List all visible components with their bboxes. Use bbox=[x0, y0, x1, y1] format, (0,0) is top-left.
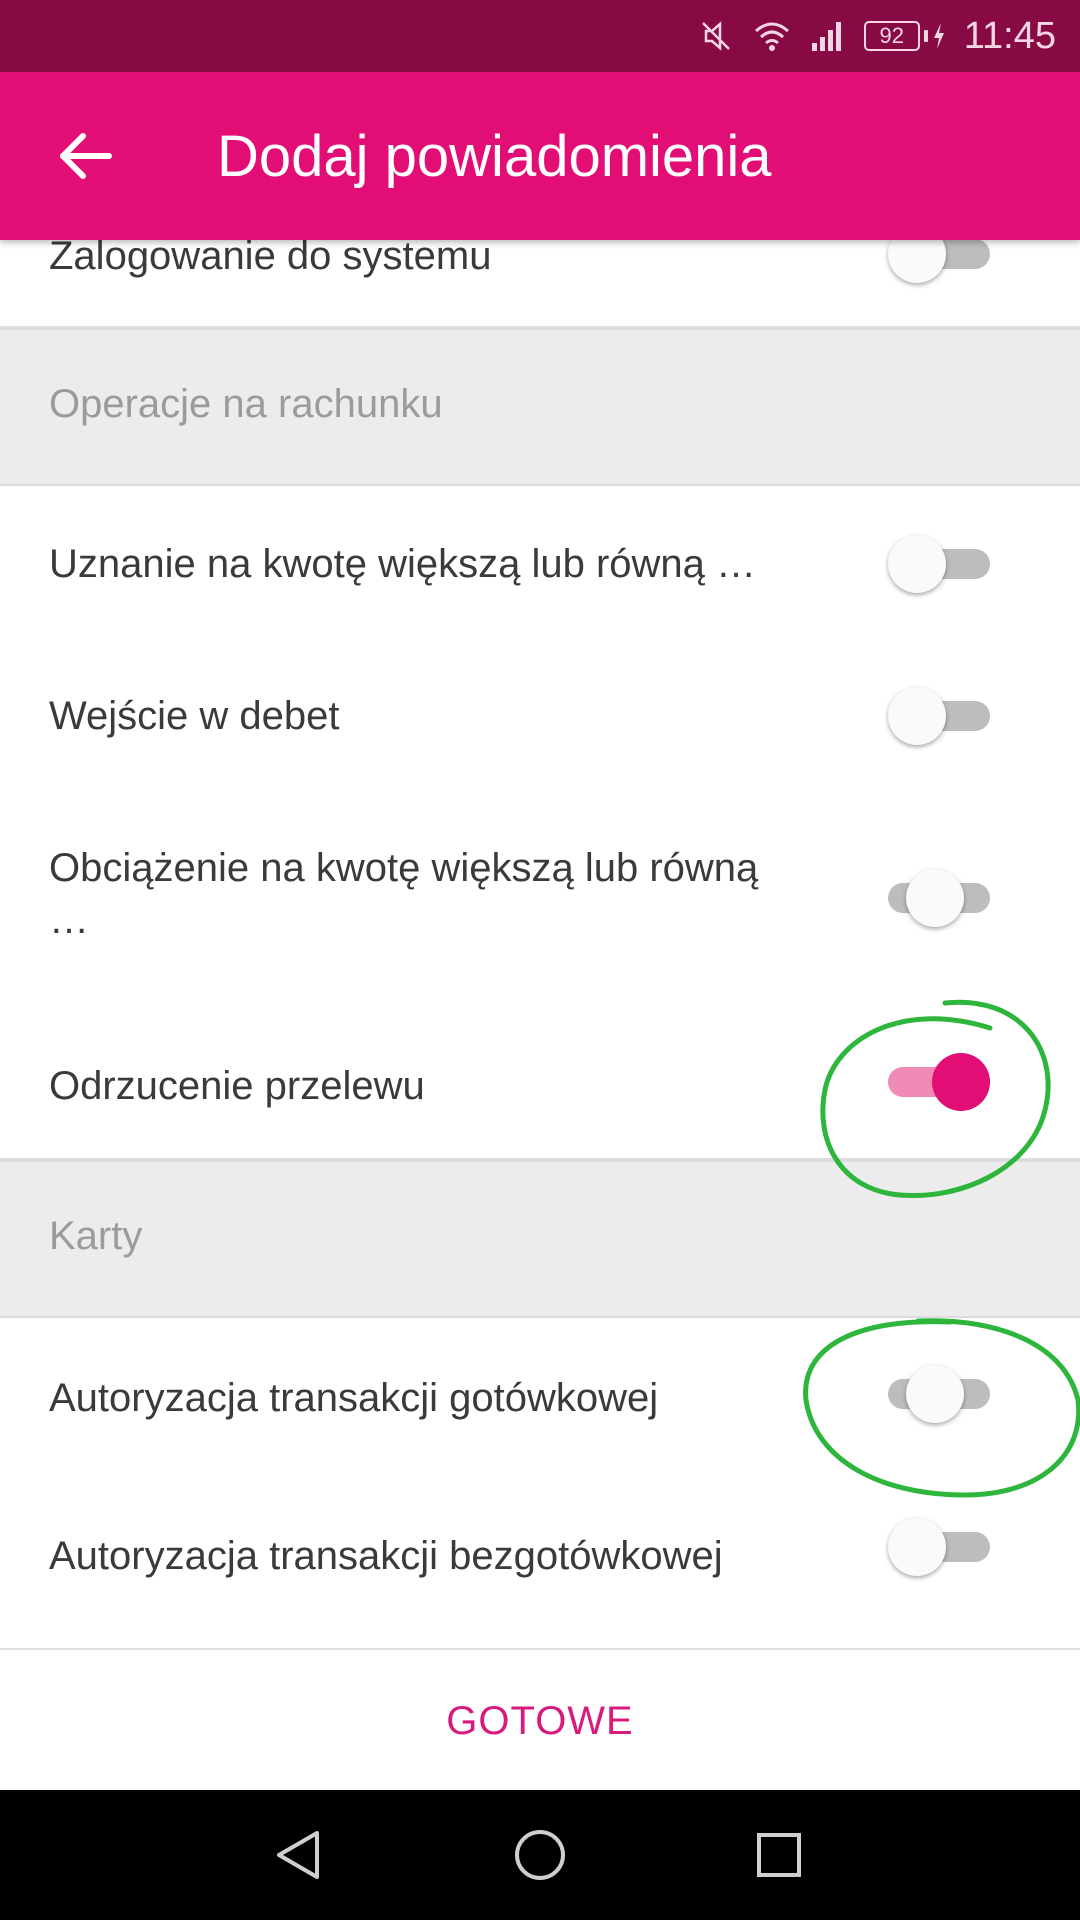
circle-home-icon bbox=[515, 1830, 565, 1880]
battery-level: 92 bbox=[863, 21, 920, 51]
setting-label: Obciążenie na kwotę większą lub równą … bbox=[49, 846, 759, 942]
triangle-back-icon bbox=[277, 1831, 319, 1879]
toggle-credit[interactable] bbox=[888, 524, 990, 604]
setting-label: Autoryzacja transakcji bezgotówkowej bbox=[49, 1534, 723, 1578]
app-bar: Dodaj powiadomienia bbox=[0, 72, 1080, 240]
done-button[interactable]: GOTOWE bbox=[0, 1650, 1080, 1792]
nav-back-button[interactable] bbox=[234, 1790, 364, 1920]
mute-icon bbox=[698, 18, 734, 54]
wifi-icon bbox=[752, 19, 792, 53]
section-title: Karty bbox=[49, 1214, 143, 1258]
signal-icon bbox=[810, 19, 846, 53]
toggle-debit-entry[interactable] bbox=[888, 676, 990, 756]
charging-icon bbox=[933, 23, 944, 49]
nav-recents-button[interactable] bbox=[714, 1790, 844, 1920]
setting-label: Wejście w debet bbox=[49, 694, 340, 738]
nav-home-button[interactable] bbox=[475, 1790, 605, 1920]
clock: 11:45 bbox=[963, 14, 1056, 57]
toggle-cashless-auth[interactable] bbox=[888, 1507, 990, 1587]
toggle-cash-auth[interactable] bbox=[888, 1354, 990, 1434]
status-bar: 92 11:45 bbox=[0, 0, 1080, 72]
square-recents-icon bbox=[757, 1833, 801, 1877]
toggle-transfer-rejection[interactable] bbox=[888, 1042, 990, 1122]
setting-label: Uznanie na kwotę większą lub równą … bbox=[49, 542, 757, 586]
page-title: Dodaj powiadomienia bbox=[217, 123, 772, 189]
setting-label: Odrzucenie przelewu bbox=[49, 1064, 425, 1108]
battery-icon: 92 bbox=[863, 21, 946, 51]
section-header-account: Operacje na rachunku bbox=[0, 328, 1080, 486]
toggle-charge[interactable] bbox=[888, 858, 990, 938]
section-title: Operacje na rachunku bbox=[49, 382, 443, 426]
back-button[interactable] bbox=[50, 121, 120, 191]
navigation-bar bbox=[0, 1790, 1080, 1920]
bottom-action-bar: GOTOWE bbox=[0, 1648, 1080, 1790]
section-header-cards: Karty bbox=[0, 1160, 1080, 1318]
setting-label: Autoryzacja transakcji gotówkowej bbox=[49, 1376, 659, 1420]
arrow-left-icon bbox=[60, 133, 112, 179]
